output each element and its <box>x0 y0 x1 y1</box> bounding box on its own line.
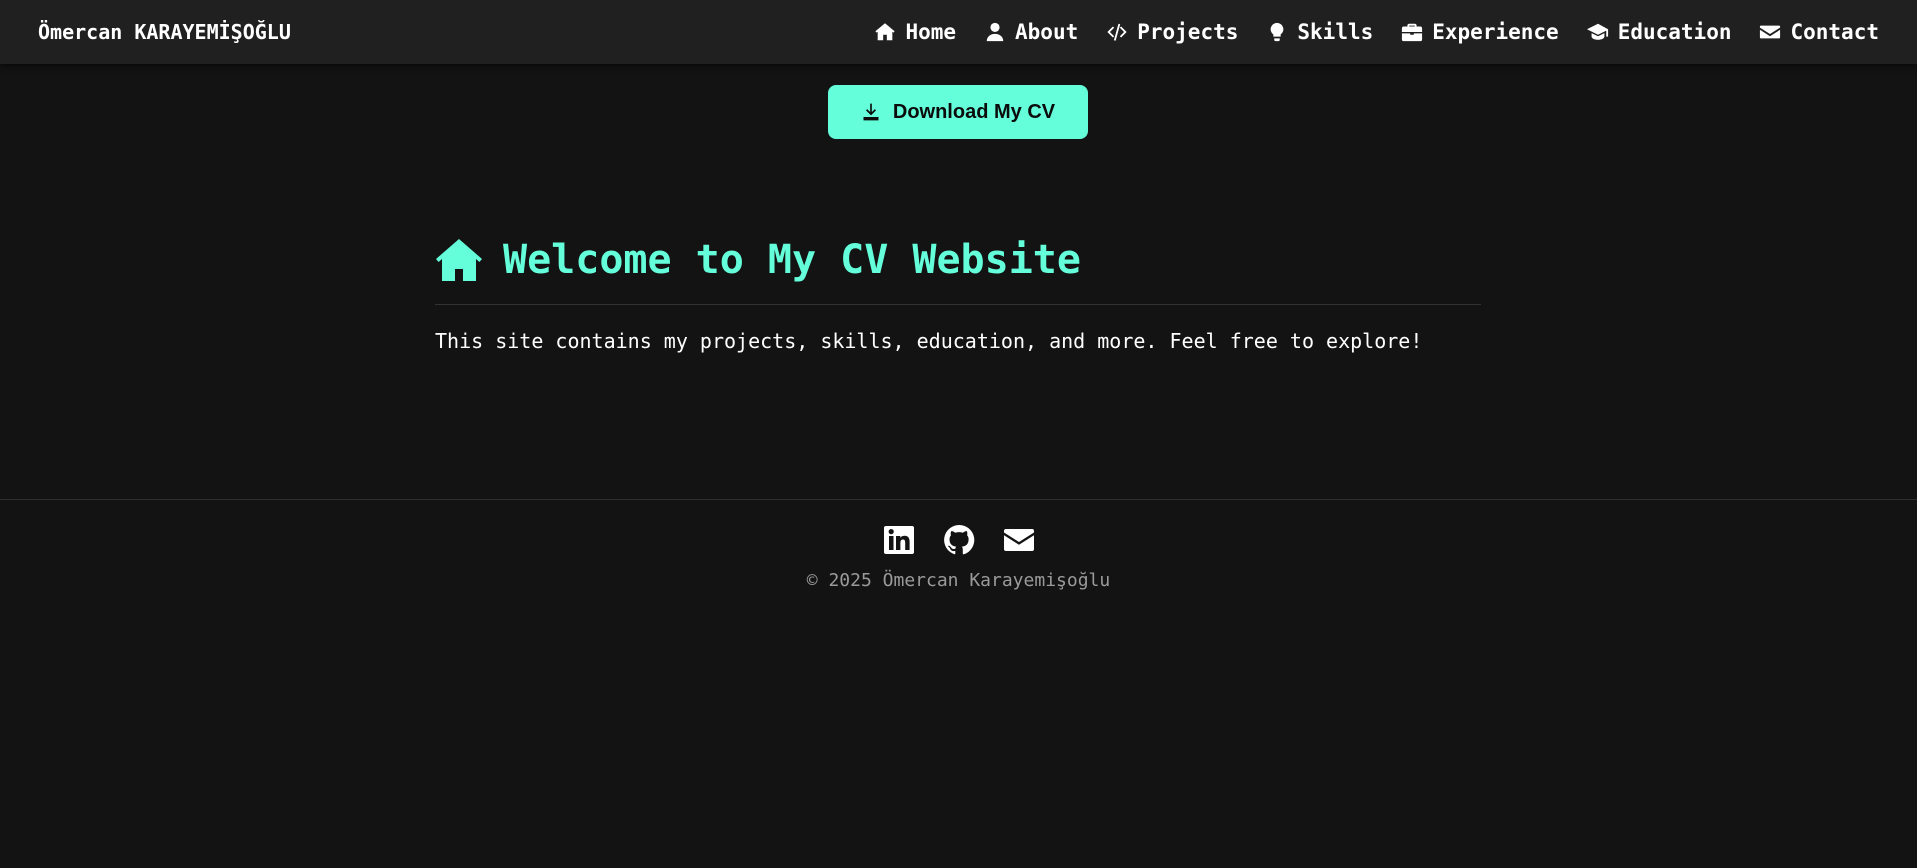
divider <box>435 304 1481 305</box>
download-cv-button[interactable]: Download My CV <box>828 85 1088 139</box>
copyright-text: © 2025 Ömercan Karayemişoğlu <box>806 570 1111 591</box>
page-title: Welcome to My CV Website <box>435 232 1481 288</box>
nav-home-label: Home <box>905 20 957 44</box>
footer-divider <box>0 499 1917 500</box>
nav-home[interactable]: Home <box>874 20 956 44</box>
download-cv-label: Download My CV <box>892 100 1056 123</box>
briefcase-icon <box>1401 21 1423 43</box>
code-icon <box>1106 21 1128 43</box>
envelope-icon <box>1759 21 1781 43</box>
home-icon <box>435 238 483 282</box>
envelope-icon[interactable] <box>1003 524 1035 556</box>
intro-text: This site contains my projects, skills, … <box>435 329 1423 353</box>
github-icon[interactable] <box>943 524 975 556</box>
main-content: Welcome to My CV Website This site conta… <box>435 232 1481 353</box>
nav-education-label: Education <box>1617 20 1732 44</box>
nav-links: Home About Projects Skills Experience Ed… <box>846 20 1879 44</box>
nav-skills[interactable]: Skills <box>1266 20 1373 44</box>
nav-projects-label: Projects <box>1137 20 1239 44</box>
nav-experience-label: Experience <box>1432 20 1559 44</box>
social-links <box>0 524 1917 556</box>
page-title-text: Welcome to My CV Website <box>503 237 1081 283</box>
nav-education[interactable]: Education <box>1586 20 1732 44</box>
nav-about[interactable]: About <box>984 20 1078 44</box>
navbar: Ömercan KARAYEMİŞOĞLU Home About Project… <box>0 0 1917 64</box>
linkedin-icon[interactable] <box>883 524 915 556</box>
nav-projects[interactable]: Projects <box>1106 20 1238 44</box>
nav-about-label: About <box>1015 20 1079 44</box>
nav-skills-label: Skills <box>1297 20 1374 44</box>
nav-contact-label: Contact <box>1790 20 1879 44</box>
graduation-cap-icon <box>1586 21 1609 43</box>
download-icon <box>861 102 881 122</box>
nav-contact[interactable]: Contact <box>1759 20 1879 44</box>
nav-experience[interactable]: Experience <box>1401 20 1559 44</box>
user-icon <box>984 21 1006 43</box>
home-icon <box>874 21 896 43</box>
lightbulb-icon <box>1266 21 1288 43</box>
brand-name[interactable]: Ömercan KARAYEMİŞOĞLU <box>38 20 291 44</box>
